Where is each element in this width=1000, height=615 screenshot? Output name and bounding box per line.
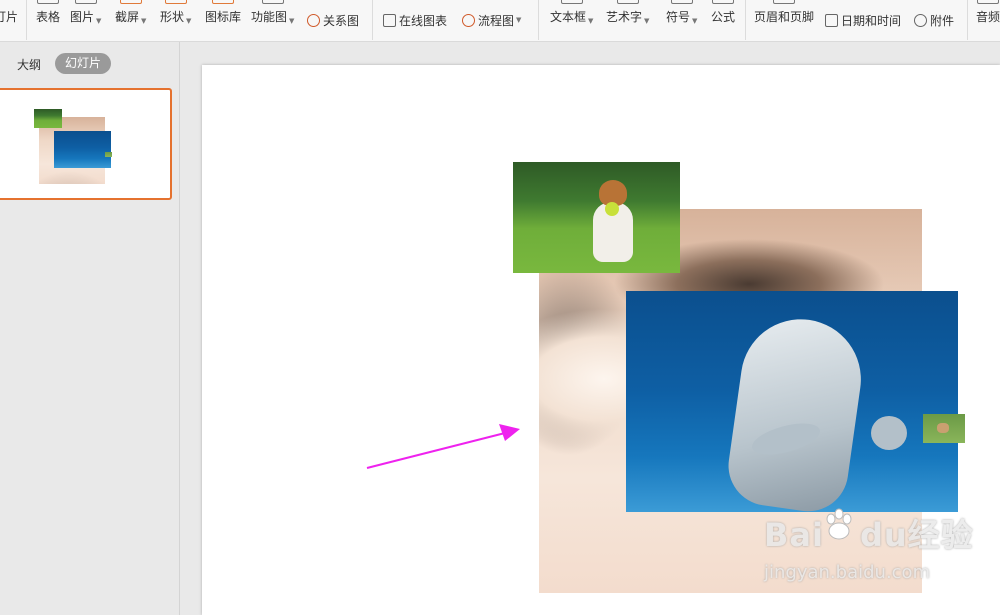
arrow-line <box>366 432 506 469</box>
watermark-url: jingyan.baidu.com <box>764 562 931 583</box>
watermark-brand: Bai du经验 <box>764 510 974 556</box>
watermark-brand-rest: du <box>859 516 908 554</box>
watermark-brand-cn: 经验 <box>907 516 974 554</box>
arrow-head <box>499 424 520 441</box>
baidu-watermark: Bai du经验 jingyan.baidu.com <box>764 510 974 583</box>
watermark-brand-latin: Bai <box>764 516 824 554</box>
